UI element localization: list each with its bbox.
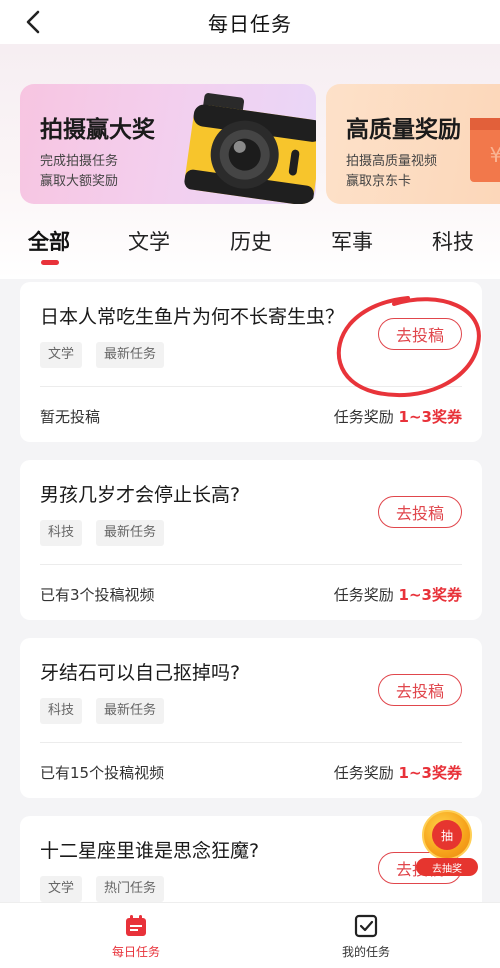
banner-line: 赢取京东卡 xyxy=(346,174,412,189)
page-title: 每日任务 xyxy=(208,11,292,36)
tab-military[interactable]: 军事 xyxy=(331,226,373,256)
tab-literature[interactable]: 文学 xyxy=(128,226,170,256)
active-tab-indicator xyxy=(41,260,59,265)
reward-info: 任务奖励 1~3奖券 xyxy=(334,762,462,783)
category-tabs: 全部 文学 历史 军事 科技 xyxy=(0,220,500,270)
banner-line: 赢取大额奖励 xyxy=(40,174,119,189)
bottom-navigation: 每日任务 我的任务 xyxy=(0,902,500,968)
gift-icon: ¥ xyxy=(470,118,500,182)
task-title: 牙结石可以自己抠掉吗? xyxy=(40,662,241,684)
banner-quality-reward[interactable]: 高质量奖励 拍摄高质量视频 赢取京东卡 ¥ xyxy=(326,84,500,204)
submit-button[interactable]: 去投稿 xyxy=(378,318,462,350)
task-title: 男孩几岁才会停止长高? xyxy=(40,484,241,506)
task-card[interactable]: 牙结石可以自己抠掉吗? 科技 最新任务 去投稿 已有15个投稿视频 任务奖励 1… xyxy=(20,638,482,798)
submission-status: 暂无投稿 xyxy=(40,408,101,426)
divider xyxy=(40,386,462,387)
task-tag: 科技 xyxy=(40,520,83,546)
task-tag: 最新任务 xyxy=(96,520,165,546)
reward-label: 任务奖励 xyxy=(333,586,394,604)
banner-title: 拍摄赢大奖 xyxy=(40,117,155,143)
task-tag: 文学 xyxy=(40,342,83,368)
task-tag: 科技 xyxy=(40,698,83,724)
task-card[interactable]: 男孩几岁才会停止长高? 科技 最新任务 去投稿 已有3个投稿视频 任务奖励 1~… xyxy=(20,460,482,620)
tab-all[interactable]: 全部 xyxy=(28,226,70,256)
divider xyxy=(40,742,462,743)
tab-history[interactable]: 历史 xyxy=(230,226,272,256)
reward-label: 任务奖励 xyxy=(333,408,394,426)
banner-shoot-prize[interactable]: 拍摄赢大奖 完成拍摄任务 赢取大额奖励 xyxy=(20,84,316,204)
tab-tech[interactable]: 科技 xyxy=(432,226,474,256)
svg-text:¥: ¥ xyxy=(490,143,500,167)
reward-info: 任务奖励 1~3奖券 xyxy=(334,406,462,427)
nav-daily-tasks[interactable]: 每日任务 xyxy=(76,913,196,960)
reward-info: 任务奖励 1~3奖券 xyxy=(334,584,462,605)
reward-amount: 1~3奖券 xyxy=(398,586,462,604)
banner-line: 拍摄高质量视频 xyxy=(346,154,438,169)
calendar-icon xyxy=(126,915,146,936)
camera-icon xyxy=(184,93,316,204)
submit-button[interactable]: 去投稿 xyxy=(378,496,462,528)
reward-amount: 1~3奖券 xyxy=(398,408,462,426)
divider xyxy=(40,564,462,565)
nav-my-tasks[interactable]: 我的任务 xyxy=(306,913,426,960)
lottery-coin-text: 抽 xyxy=(432,820,462,850)
task-tag: 最新任务 xyxy=(96,342,165,368)
banner-title: 高质量奖励 xyxy=(346,117,461,143)
task-card[interactable]: 日本人常吃生鱼片为何不长寄生虫？ 文学 最新任务 去投稿 暂无投稿 任务奖励 1… xyxy=(20,282,482,442)
task-check-icon xyxy=(354,914,378,938)
banner-line: 完成拍摄任务 xyxy=(40,154,119,169)
submission-status: 已有15个投稿视频 xyxy=(40,764,165,782)
task-tag: 文学 xyxy=(40,876,83,902)
task-title: 日本人常吃生鱼片为何不长寄生虫？ xyxy=(40,306,345,328)
task-title: 十二星座里谁是思念狂魔? xyxy=(40,840,260,862)
nav-label: 我的任务 xyxy=(341,945,390,959)
reward-amount: 1~3奖券 xyxy=(398,764,462,782)
submission-status: 已有3个投稿视频 xyxy=(40,586,155,604)
task-tag: 最新任务 xyxy=(96,698,165,724)
back-arrow-icon[interactable] xyxy=(20,8,48,36)
task-card[interactable]: 十二星座里谁是思念狂魔? 文学 热门任务 去投稿 xyxy=(20,816,482,916)
submit-button[interactable]: 去投稿 xyxy=(378,674,462,706)
app-header: 每日任务 xyxy=(0,0,500,44)
task-tag: 热门任务 xyxy=(96,876,165,902)
reward-label: 任务奖励 xyxy=(333,764,394,782)
nav-label: 每日任务 xyxy=(111,945,160,959)
lottery-float-button[interactable]: 抽 去抽奖 xyxy=(414,806,480,878)
lottery-label: 去抽奖 xyxy=(416,858,478,876)
